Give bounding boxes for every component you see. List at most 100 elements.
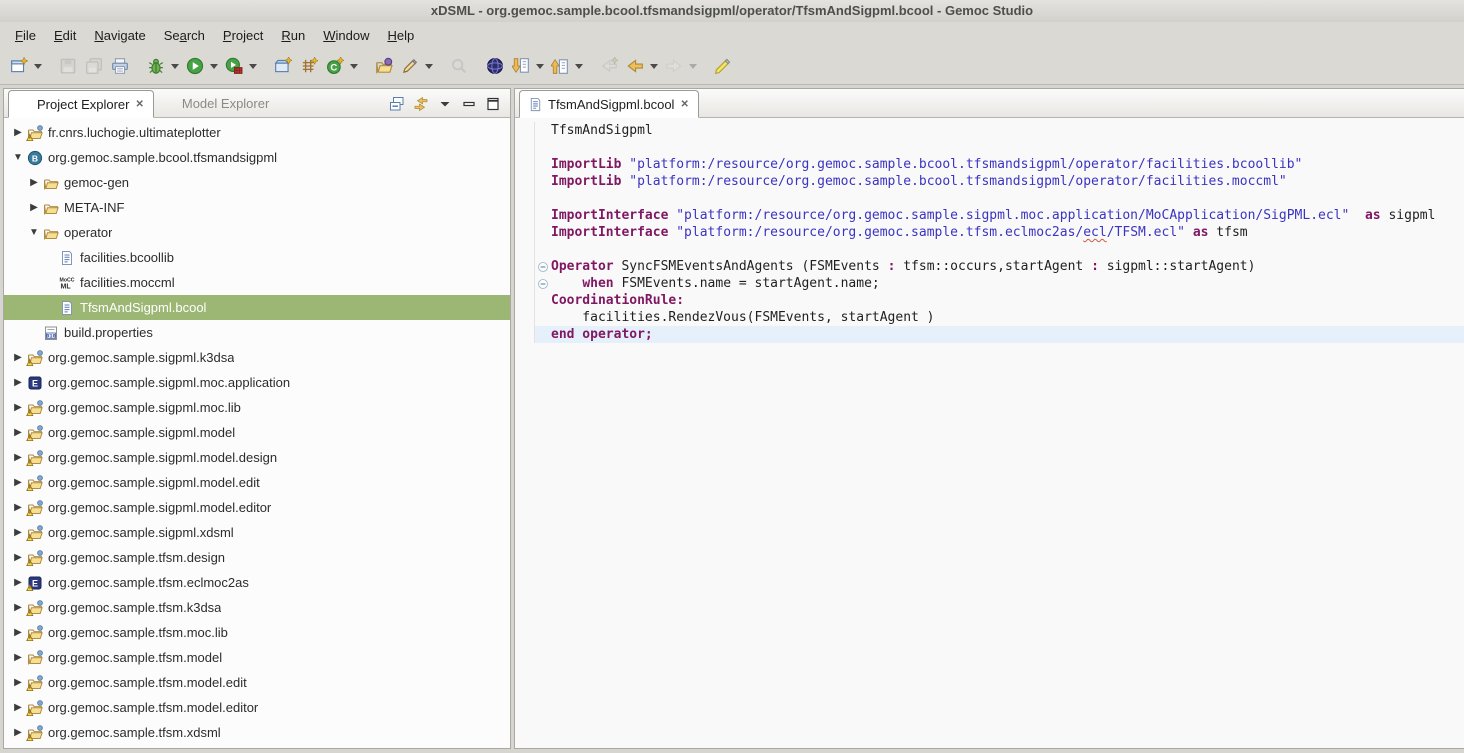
tab-close-icon[interactable]: ✕ — [679, 99, 689, 110]
view-tab-project-explorer[interactable]: Project Explorer✕ — [8, 90, 154, 118]
minimize-button[interactable] — [460, 95, 478, 113]
print-button[interactable] — [108, 54, 132, 78]
back-button-dropdown[interactable] — [648, 54, 659, 78]
external-tools-button-dropdown[interactable] — [247, 54, 258, 78]
tree-item-org-gemoc-sample-sigpml-moc-lib[interactable]: ▶org.gemoc.sample.sigpml.moc.lib — [4, 395, 510, 420]
tree-item-org-gemoc-sample-tfsm-model-edit[interactable]: ▶org.gemoc.sample.tfsm.model.edit — [4, 670, 510, 695]
menu-navigate[interactable]: Navigate — [85, 25, 154, 46]
tree-item-org-gemoc-sample-tfsm-design[interactable]: ▶org.gemoc.sample.tfsm.design — [4, 545, 510, 570]
expand-arrow-icon[interactable]: ▶ — [10, 627, 26, 638]
last-edit-location-button[interactable] — [597, 54, 621, 78]
open-plugin-artifact-button[interactable] — [372, 54, 396, 78]
tree-item-org-gemoc-sample-tfsm-model-editor[interactable]: ▶org.gemoc.sample.tfsm.model.editor — [4, 695, 510, 720]
new-modeling-project-button[interactable] — [271, 54, 295, 78]
collapse-all-button[interactable] — [388, 95, 406, 113]
expand-arrow-icon[interactable]: ▶ — [26, 202, 42, 213]
tree-item-TfsmAndSigpml-bcool[interactable]: TfsmAndSigpml.bcool — [4, 295, 510, 320]
expand-arrow-icon[interactable]: ▶ — [10, 352, 26, 363]
expand-arrow-icon[interactable]: ▶ — [10, 727, 26, 738]
expand-arrow-icon[interactable]: ▶ — [10, 652, 26, 663]
open-type-button[interactable] — [447, 54, 471, 78]
expand-arrow-icon[interactable]: ▶ — [10, 477, 26, 488]
expand-arrow-icon[interactable]: ▶ — [10, 552, 26, 563]
next-annotation-button[interactable] — [509, 54, 533, 78]
view-menu-button[interactable] — [436, 95, 454, 113]
new-wizard-button[interactable] — [7, 54, 31, 78]
project-tree[interactable]: ▶fr.cnrs.luchogie.ultimateplotter▼Borg.g… — [4, 118, 510, 748]
menu-window[interactable]: Window — [314, 25, 378, 46]
next-annotation-button-dropdown[interactable] — [534, 54, 545, 78]
tree-item-build-properties[interactable]: 010build.properties — [4, 320, 510, 345]
tree-item-org-gemoc-sample-sigpml-moc-application[interactable]: ▶Eorg.gemoc.sample.sigpml.moc.applicatio… — [4, 370, 510, 395]
new-class-button[interactable]: C — [323, 54, 347, 78]
tree-item-org-gemoc-sample-sigpml-k3dsa[interactable]: ▶org.gemoc.sample.sigpml.k3dsa — [4, 345, 510, 370]
forward-button[interactable] — [662, 54, 686, 78]
tree-item-META-INF[interactable]: ▶META-INF — [4, 195, 510, 220]
tree-item-facilities-moccml[interactable]: MoCCMLfacilities.moccml — [4, 270, 510, 295]
external-tools-button[interactable] — [222, 54, 246, 78]
expand-arrow-icon[interactable]: ▶ — [10, 402, 26, 413]
tree-item-org-gemoc-sample-sigpml-model[interactable]: ▶org.gemoc.sample.sigpml.model — [4, 420, 510, 445]
new-class-button-dropdown[interactable] — [348, 54, 359, 78]
tab-close-icon[interactable]: ✕ — [134, 99, 144, 110]
tree-item-fr-cnrs-luchogie-ultimateplotter[interactable]: ▶fr.cnrs.luchogie.ultimateplotter — [4, 120, 510, 145]
menu-file[interactable]: File — [6, 25, 45, 46]
tree-item-org-gemoc-sample-bcool-tfsmandsigpml[interactable]: ▼Borg.gemoc.sample.bcool.tfsmandsigpml — [4, 145, 510, 170]
collapse-arrow-icon[interactable]: ▼ — [26, 227, 42, 238]
expand-arrow-icon[interactable]: ▶ — [10, 502, 26, 513]
tree-item-org-gemoc-sample-tfsm-eclmoc2as[interactable]: ▶Eorg.gemoc.sample.tfsm.eclmoc2as — [4, 570, 510, 595]
collapse-arrow-icon[interactable]: ▼ — [10, 152, 26, 163]
mark-occurrences-button-dropdown[interactable] — [423, 54, 434, 78]
editor-tab-tfsmandsigpml-bcool[interactable]: TfsmAndSigpml.bcool✕ — [519, 90, 699, 118]
expand-arrow-icon[interactable]: ▶ — [10, 702, 26, 713]
tree-item-org-gemoc-sample-tfsm-xdsml[interactable]: ▶org.gemoc.sample.tfsm.xdsml — [4, 720, 510, 745]
warning-overlay-icon — [26, 500, 42, 516]
run-button-dropdown[interactable] — [208, 54, 219, 78]
tree-item-operator[interactable]: ▼operator — [4, 220, 510, 245]
expand-arrow-icon[interactable]: ▶ — [10, 677, 26, 688]
debug-button[interactable] — [144, 54, 168, 78]
mark-occurrences-button[interactable] — [398, 54, 422, 78]
tree-item-org-gemoc-sample-sigpml-model-design[interactable]: ▶org.gemoc.sample.sigpml.model.design — [4, 445, 510, 470]
forward-button-dropdown[interactable] — [687, 54, 698, 78]
previous-annotation-button-dropdown[interactable] — [573, 54, 584, 78]
expand-arrow-icon[interactable]: ▶ — [10, 377, 26, 388]
menu-help[interactable]: Help — [378, 25, 423, 46]
expand-arrow-icon[interactable]: ▶ — [10, 577, 26, 588]
tree-item-org-gemoc-sample-tfsm-model[interactable]: ▶org.gemoc.sample.tfsm.model — [4, 645, 510, 670]
menu-edit[interactable]: Edit — [45, 25, 85, 46]
fold-collapse-icon[interactable] — [537, 278, 549, 290]
code-editor[interactable]: TfsmAndSigpmlImportLib "platform:/resour… — [515, 118, 1464, 748]
menu-search[interactable]: Search — [155, 25, 214, 46]
back-button[interactable] — [623, 54, 647, 78]
tree-item-org-gemoc-sample-sigpml-xdsml[interactable]: ▶org.gemoc.sample.sigpml.xdsml — [4, 520, 510, 545]
save-all-button[interactable] — [82, 54, 106, 78]
debug-button-dropdown[interactable] — [169, 54, 180, 78]
new-package-icon — [300, 57, 318, 75]
expand-arrow-icon[interactable]: ▶ — [10, 602, 26, 613]
expand-arrow-icon[interactable]: ▶ — [10, 452, 26, 463]
web-browser-button[interactable] — [483, 54, 507, 78]
expand-arrow-icon[interactable]: ▶ — [26, 177, 42, 188]
tree-item-org-gemoc-sample-sigpml-model-editor[interactable]: ▶org.gemoc.sample.sigpml.model.editor — [4, 495, 510, 520]
run-button[interactable] — [183, 54, 207, 78]
new-wizard-button-dropdown[interactable] — [32, 54, 43, 78]
menu-run[interactable]: Run — [272, 25, 314, 46]
previous-annotation-button[interactable] — [548, 54, 572, 78]
tree-item-facilities-bcoollib[interactable]: facilities.bcoollib — [4, 245, 510, 270]
menu-project[interactable]: Project — [214, 25, 272, 46]
fold-collapse-icon[interactable] — [537, 261, 549, 273]
tree-item-org-gemoc-sample-sigpml-model-edit[interactable]: ▶org.gemoc.sample.sigpml.model.edit — [4, 470, 510, 495]
link-with-editor-button[interactable] — [412, 95, 430, 113]
maximize-button[interactable] — [484, 95, 502, 113]
tree-item-gemoc-gen[interactable]: ▶gemoc-gen — [4, 170, 510, 195]
expand-arrow-icon[interactable]: ▶ — [10, 127, 26, 138]
new-package-button[interactable] — [297, 54, 321, 78]
tree-item-org-gemoc-sample-tfsm-k3dsa[interactable]: ▶org.gemoc.sample.tfsm.k3dsa — [4, 595, 510, 620]
highlighter-button[interactable] — [711, 54, 735, 78]
tree-item-org-gemoc-sample-tfsm-moc-lib[interactable]: ▶org.gemoc.sample.tfsm.moc.lib — [4, 620, 510, 645]
expand-arrow-icon[interactable]: ▶ — [10, 527, 26, 538]
save-button[interactable] — [56, 54, 80, 78]
view-tab-model-explorer[interactable]: Model Explorer — [154, 89, 277, 117]
expand-arrow-icon[interactable]: ▶ — [10, 427, 26, 438]
